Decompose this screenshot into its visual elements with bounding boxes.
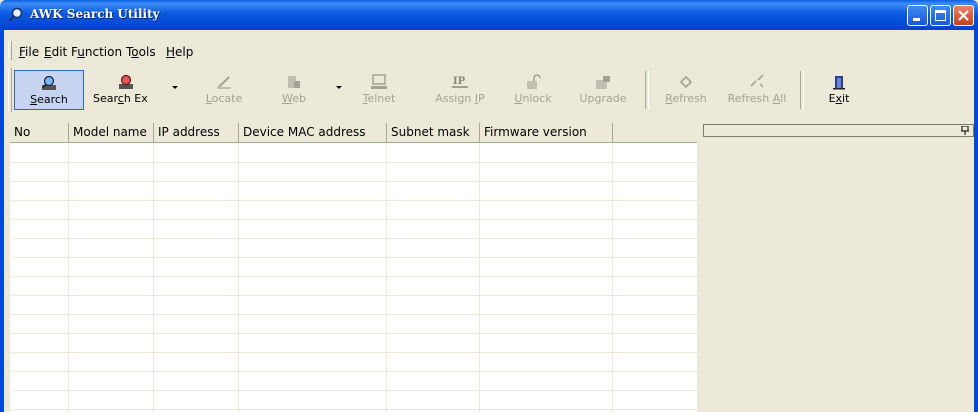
side-panel bbox=[703, 123, 974, 412]
menu-edit-label: dit bbox=[51, 45, 68, 59]
table-header: No Model name IP address Device MAC addr… bbox=[10, 123, 697, 143]
maximize-icon bbox=[935, 10, 946, 21]
grid-row-line bbox=[10, 219, 697, 220]
upgrade-icon bbox=[596, 76, 610, 89]
window-title: AWK Search Utility bbox=[30, 7, 160, 21]
menu-bar: File Edit Function Tools Help bbox=[4, 42, 974, 62]
search-ex-button[interactable]: Search Ex bbox=[88, 70, 178, 110]
telnet-label: Telnet bbox=[362, 92, 396, 105]
unlock-icon bbox=[527, 74, 541, 89]
web-icon bbox=[288, 76, 300, 88]
column-header-no[interactable]: No bbox=[10, 123, 69, 142]
grid-row-line bbox=[10, 257, 697, 258]
side-panel-header[interactable] bbox=[703, 124, 974, 137]
grid-column-line bbox=[68, 143, 69, 412]
refresh-all-button[interactable]: Refresh All bbox=[724, 70, 790, 110]
grid-column-line bbox=[386, 143, 387, 412]
menu-function-label: nction bbox=[84, 45, 123, 59]
device-table[interactable]: No Model name IP address Device MAC addr… bbox=[10, 123, 697, 412]
telnet-button[interactable]: Telnet bbox=[356, 70, 402, 110]
close-icon bbox=[958, 10, 969, 21]
grid-row-line bbox=[10, 371, 697, 372]
web-label: Web bbox=[282, 92, 306, 105]
search-button[interactable]: Search bbox=[14, 70, 84, 110]
toolbar-separator bbox=[645, 71, 649, 109]
web-dropdown-arrow[interactable] bbox=[336, 86, 342, 89]
locate-icon bbox=[217, 76, 231, 89]
refresh-label: Refresh bbox=[665, 92, 707, 105]
unlock-label: Unlock bbox=[514, 92, 552, 105]
refresh-button[interactable]: Refresh bbox=[660, 70, 712, 110]
grid-row-line bbox=[10, 200, 697, 201]
grid-row-line bbox=[10, 409, 697, 410]
search-ex-dropdown-arrow[interactable] bbox=[172, 86, 178, 89]
column-header-model-name[interactable]: Model name bbox=[69, 123, 154, 142]
locate-label: Locate bbox=[205, 92, 243, 105]
refresh-icon bbox=[679, 75, 693, 89]
refresh-all-label: Refresh All bbox=[727, 92, 787, 105]
grid-column-line bbox=[612, 143, 613, 412]
menu-edit[interactable]: Edit bbox=[44, 45, 67, 59]
grid-row-line bbox=[10, 314, 697, 315]
grid-row-line bbox=[10, 390, 697, 391]
grid-row-line bbox=[10, 162, 697, 163]
web-button[interactable]: Web bbox=[266, 70, 342, 110]
grid-row-line bbox=[10, 181, 697, 182]
pin-icon[interactable] bbox=[961, 126, 969, 135]
column-header-subnet-mask[interactable]: Subnet mask bbox=[387, 123, 480, 142]
grid-column-line bbox=[238, 143, 239, 412]
exit-button[interactable]: Exit bbox=[818, 70, 860, 110]
close-button[interactable] bbox=[953, 5, 974, 26]
maximize-button[interactable] bbox=[930, 5, 951, 26]
column-header-mac-address[interactable]: Device MAC address bbox=[239, 123, 387, 142]
unlock-button[interactable]: Unlock bbox=[506, 70, 560, 110]
assign-ip-icon: IP bbox=[452, 76, 468, 88]
title-bar[interactable]: AWK Search Utility bbox=[0, 0, 978, 30]
search-ex-icon bbox=[119, 74, 133, 89]
column-header-filler bbox=[613, 123, 697, 142]
assign-ip-button[interactable]: IP Assign IP bbox=[428, 70, 492, 110]
grid-row-line bbox=[10, 295, 697, 296]
minimize-icon bbox=[913, 18, 920, 21]
exit-icon bbox=[833, 76, 845, 90]
magnifier-icon bbox=[8, 7, 23, 22]
toolbar-separator-2 bbox=[800, 71, 804, 109]
grid-column-line bbox=[153, 143, 154, 412]
grid-row-line bbox=[10, 276, 697, 277]
grid-row-line bbox=[10, 352, 697, 353]
exit-label: Exit bbox=[828, 92, 850, 105]
toolbar-grip[interactable] bbox=[8, 68, 12, 112]
assign-ip-label: Assign IP bbox=[435, 92, 485, 105]
search-device-icon bbox=[42, 75, 56, 90]
menu-file[interactable]: File bbox=[19, 45, 39, 59]
locate-button[interactable]: Locate bbox=[196, 70, 252, 110]
refresh-all-icon bbox=[750, 74, 764, 88]
menu-file-label: ile bbox=[25, 45, 40, 59]
menu-help-label: elp bbox=[175, 45, 194, 59]
upgrade-label: Upgrade bbox=[579, 92, 627, 105]
search-ex-label: Search Ex bbox=[93, 92, 148, 105]
grid-column-line bbox=[479, 143, 480, 412]
upgrade-button[interactable]: Upgrade bbox=[574, 70, 632, 110]
column-header-firmware-version[interactable]: Firmware version bbox=[480, 123, 613, 142]
menu-tools[interactable]: Tools bbox=[126, 45, 156, 59]
svg-text:IP: IP bbox=[453, 76, 466, 87]
menu-help[interactable]: Help bbox=[166, 45, 193, 59]
menu-function[interactable]: Function bbox=[71, 45, 122, 59]
telnet-icon bbox=[371, 74, 387, 89]
search-label: Search bbox=[30, 93, 68, 106]
minimize-button[interactable] bbox=[907, 5, 928, 26]
grid-row-line bbox=[10, 333, 697, 334]
menu-tools-label: ols bbox=[138, 45, 156, 59]
column-header-ip-address[interactable]: IP address bbox=[154, 123, 239, 142]
grid-row-line bbox=[10, 238, 697, 239]
